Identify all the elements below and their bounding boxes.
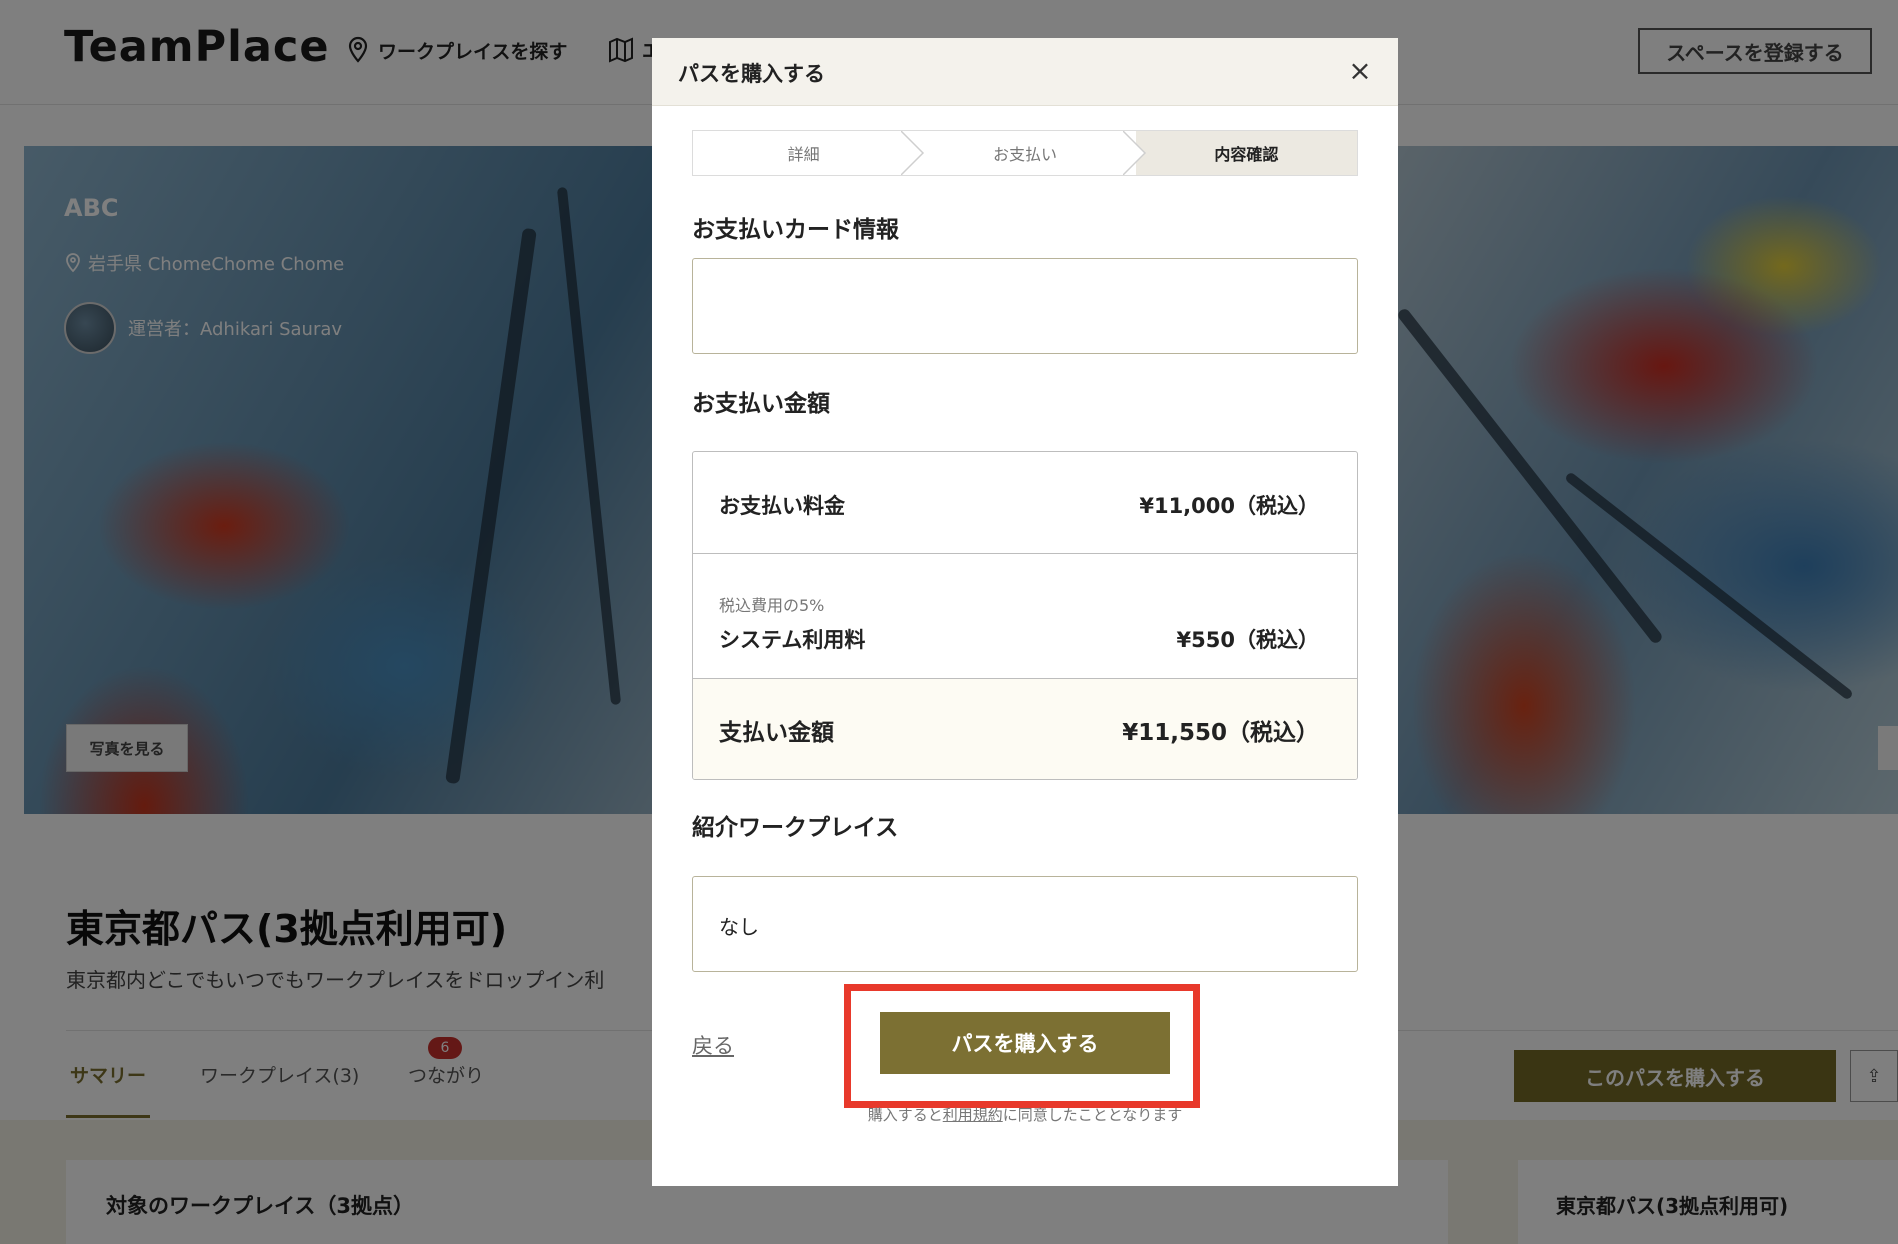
modal-title: パスを購入する	[678, 62, 825, 86]
system-fee-label: システム利用料	[719, 628, 866, 652]
fee-label: お支払い料金	[719, 494, 845, 518]
back-link[interactable]: 戻る	[692, 1030, 734, 1060]
system-fee-row: 税込費用の5% システム利用料 ¥550（税込）	[693, 554, 1357, 679]
step-details: 詳細	[693, 131, 914, 175]
modal-header: パスを購入する ×	[652, 38, 1398, 106]
purchase-pass-modal: パスを購入する × 詳細 お支払い 内容確認 お支払いカード情報 お支払い金額 …	[652, 38, 1398, 1186]
step-confirm-label: 内容確認	[1214, 145, 1279, 164]
step-details-label: 詳細	[787, 145, 820, 164]
step-payment-label: お支払い	[992, 145, 1057, 164]
referral-value: なし	[719, 915, 759, 939]
step-confirm: 内容確認	[1135, 131, 1357, 175]
fee-value: ¥11,000（税込）	[1139, 494, 1319, 518]
referral-heading: 紹介ワークプレイス	[692, 815, 899, 841]
card-info-field[interactable]	[692, 258, 1358, 354]
card-info-heading: お支払いカード情報	[692, 217, 899, 243]
system-fee-value: ¥550（税込）	[1176, 628, 1319, 652]
terms-link[interactable]: 利用規約	[943, 1106, 1003, 1124]
close-icon[interactable]: ×	[1344, 54, 1376, 87]
system-fee-note: 税込費用の5%	[719, 596, 825, 615]
terms-prefix: 購入すると	[867, 1106, 943, 1124]
referral-workplace-field[interactable]: なし	[692, 876, 1358, 972]
step-chevron-icon	[901, 131, 925, 175]
step-payment: お支払い	[914, 131, 1135, 175]
progress-steps: 詳細 お支払い 内容確認	[692, 130, 1358, 176]
amount-heading: お支払い金額	[692, 391, 830, 417]
total-label: 支払い金額	[719, 720, 834, 746]
terms-notice: 購入すると利用規約に同意したこととなります	[652, 1104, 1398, 1125]
amount-table: お支払い料金 ¥11,000（税込） 税込費用の5% システム利用料 ¥550（…	[692, 451, 1358, 780]
fee-row: お支払い料金 ¥11,000（税込）	[693, 452, 1357, 554]
total-row: 支払い金額 ¥11,550（税込）	[693, 679, 1357, 779]
step-chevron-icon	[1123, 131, 1147, 175]
terms-suffix: に同意したこととなります	[1002, 1106, 1183, 1124]
purchase-pass-button[interactable]: パスを購入する	[880, 1012, 1170, 1074]
total-value: ¥11,550（税込）	[1122, 720, 1319, 746]
